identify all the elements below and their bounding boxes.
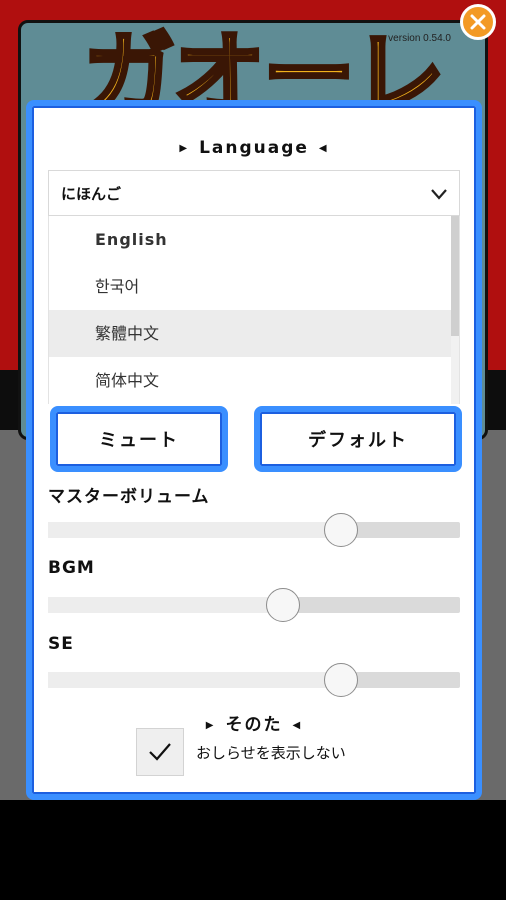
language-list-scrollbar[interactable] [451, 216, 459, 404]
language-option-traditional-chinese[interactable]: 繁體中文 [49, 310, 459, 357]
hide-notice-checkbox[interactable] [136, 728, 184, 776]
slider-knob[interactable] [266, 588, 300, 622]
triangle-left-icon: ◀ [318, 142, 329, 154]
checkmark-icon [149, 743, 171, 761]
bgm-label: BGM [48, 558, 95, 578]
hide-notice-label: おしらせを表示しない [196, 744, 346, 762]
settings-dialog: ▶ Language ◀ にほんご English 한국어 繁體中文 简体中文 ミュ… [26, 100, 482, 800]
slider-knob[interactable] [324, 663, 358, 697]
other-heading-text: そのた [225, 715, 283, 735]
language-select-value: にほんご [61, 185, 122, 203]
mute-button[interactable]: ミュート [50, 406, 228, 472]
master-volume-slider[interactable] [48, 513, 460, 547]
triangle-left-icon: ◀ [292, 719, 303, 731]
language-heading-text: Language [199, 138, 309, 158]
se-slider[interactable] [48, 663, 460, 697]
master-volume-label: マスターボリューム [48, 487, 210, 507]
language-option-korean[interactable]: 한국어 [49, 263, 459, 310]
other-heading: ▶ そのた ◀ [32, 710, 476, 735]
chevron-down-icon [431, 189, 447, 200]
background-footer [0, 800, 506, 900]
slider-fill [48, 597, 283, 613]
scrollbar-thumb[interactable] [451, 216, 459, 336]
slider-knob[interactable] [324, 513, 358, 547]
se-label: SE [48, 634, 74, 654]
language-options-list[interactable]: English 한국어 繁體中文 简体中文 [48, 216, 460, 404]
triangle-right-icon: ▶ [205, 719, 216, 731]
close-icon [470, 14, 486, 30]
default-button[interactable]: デフォルト [254, 406, 462, 472]
slider-fill [48, 522, 341, 538]
bgm-slider[interactable] [48, 588, 460, 622]
language-heading: ▶ Language ◀ [32, 138, 476, 158]
language-option-simplified-chinese[interactable]: 简体中文 [49, 357, 459, 404]
slider-fill [48, 672, 341, 688]
language-option-english[interactable]: English [49, 216, 459, 263]
language-select[interactable]: にほんご [48, 170, 460, 216]
triangle-right-icon: ▶ [179, 142, 190, 154]
close-button[interactable] [460, 4, 496, 40]
